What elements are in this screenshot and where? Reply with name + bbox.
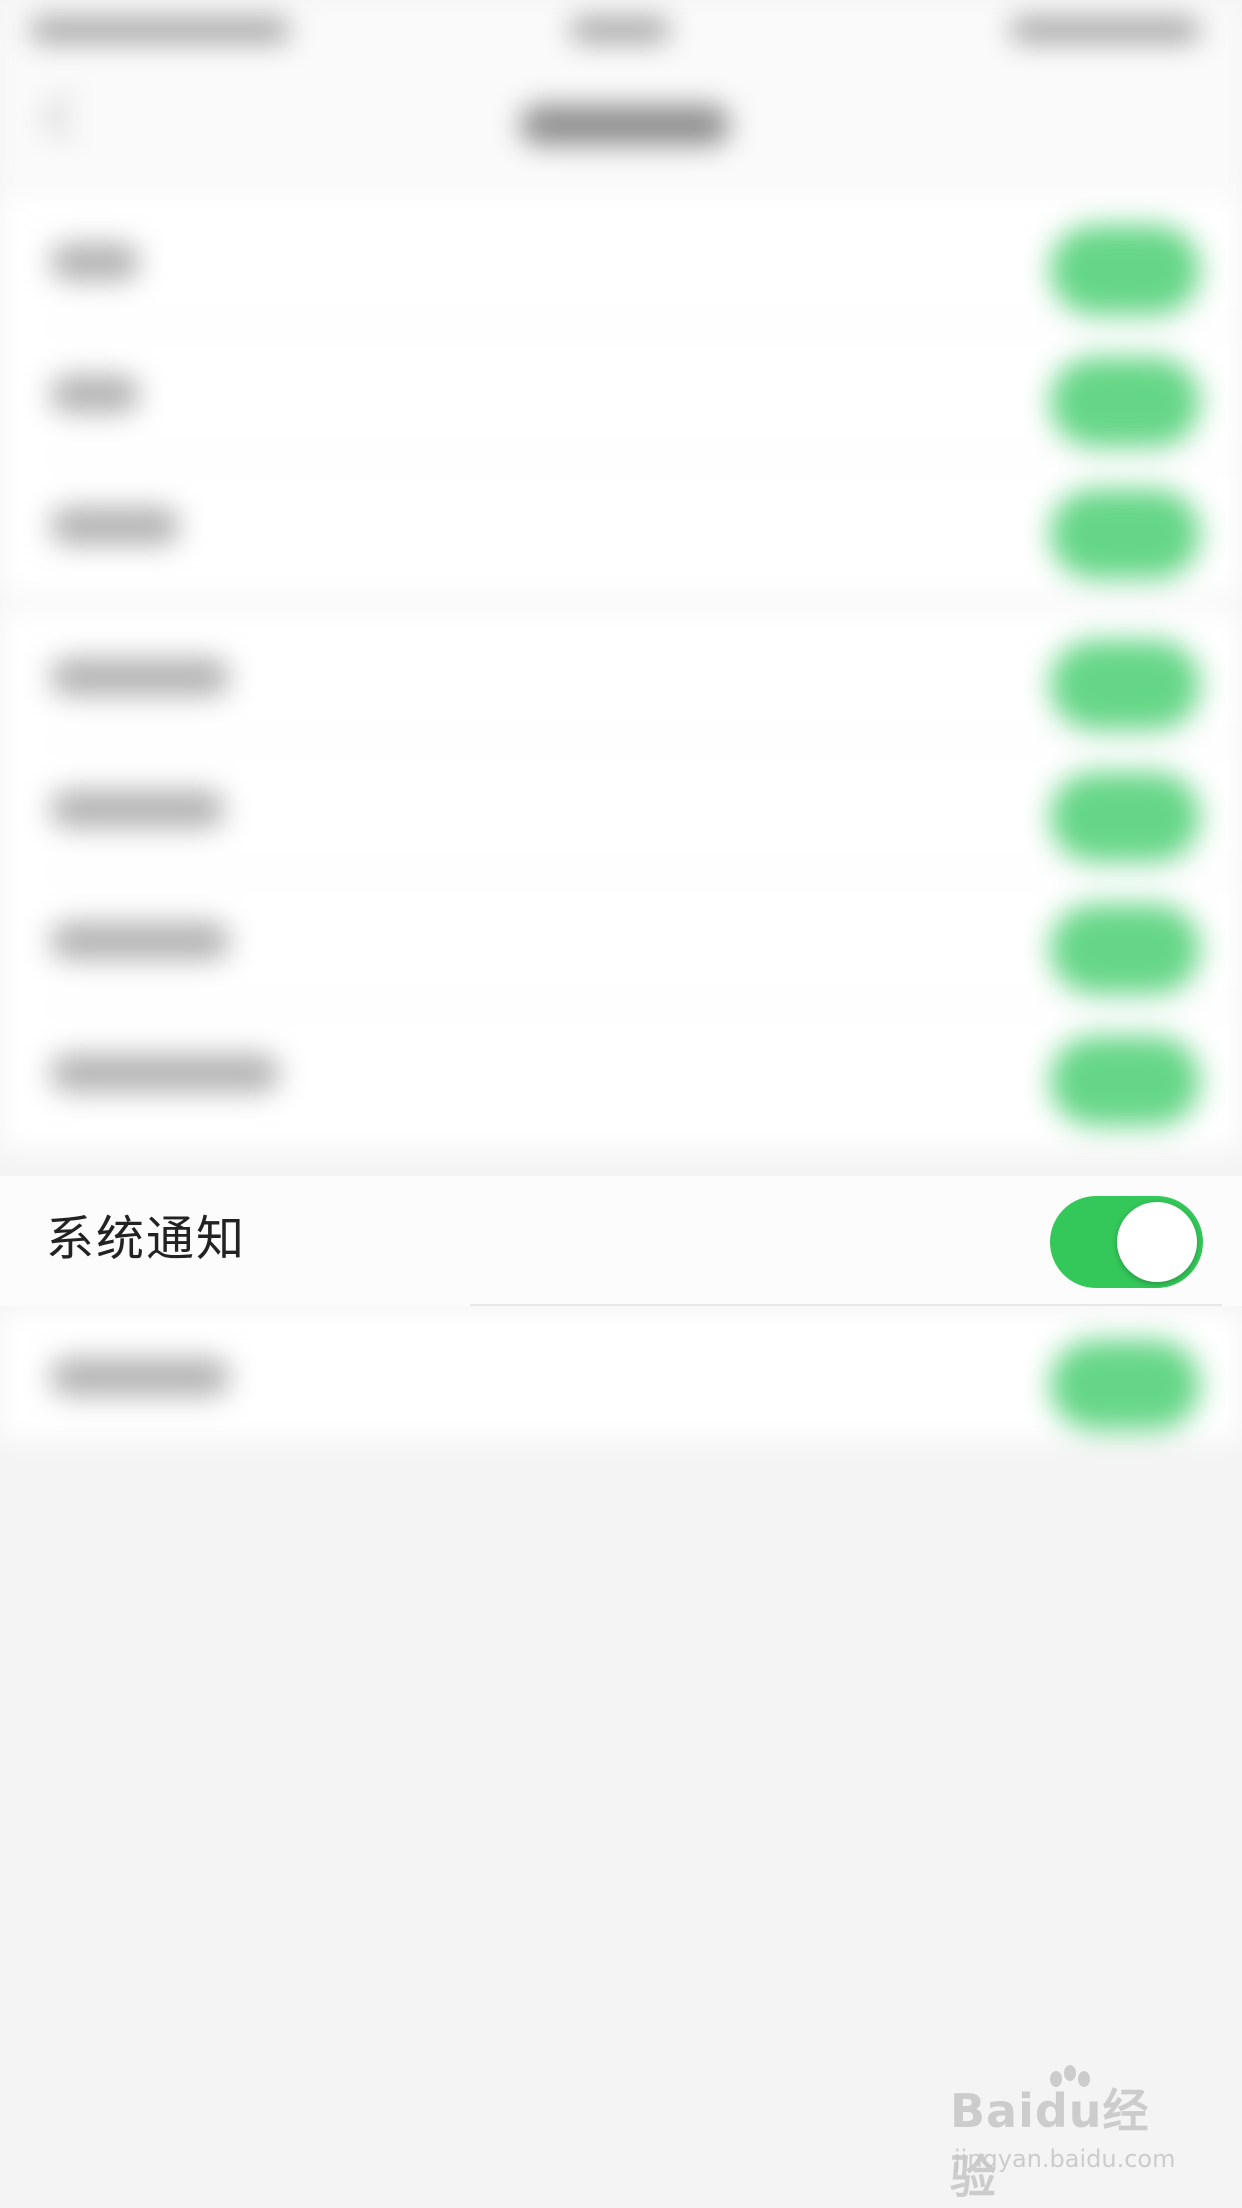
toggle-switch[interactable] xyxy=(1050,225,1200,315)
carrier-indicator xyxy=(30,18,290,42)
divider xyxy=(470,1304,1222,1306)
battery-indicator xyxy=(1010,18,1200,42)
toggle-switch[interactable] xyxy=(1050,1036,1200,1126)
screen: 系统通知 Baidu经验 jingyan.baidu.com xyxy=(0,0,1242,2208)
row-label xyxy=(50,790,225,828)
toggle-knob xyxy=(1117,1202,1197,1282)
clock xyxy=(570,18,670,42)
system-notification-toggle[interactable] xyxy=(1050,1196,1203,1288)
status-bar xyxy=(0,0,1242,60)
list-item[interactable] xyxy=(0,1310,1242,1442)
list-item[interactable] xyxy=(0,610,1242,742)
list-item[interactable] xyxy=(0,195,1242,327)
watermark-url: jingyan.baidu.com xyxy=(954,2145,1176,2173)
toggle-switch[interactable] xyxy=(1050,357,1200,447)
row-label xyxy=(50,1054,280,1092)
paw-icon xyxy=(1050,2065,1090,2087)
settings-group-3 xyxy=(0,1310,1242,1440)
row-label xyxy=(50,375,140,413)
toggle-switch[interactable] xyxy=(1050,489,1200,579)
blurred-background xyxy=(0,0,1242,2208)
system-notification-row[interactable]: 系统通知 xyxy=(0,1176,1242,1306)
baidu-watermark: Baidu经验 jingyan.baidu.com xyxy=(950,2065,1190,2204)
row-label xyxy=(50,243,140,281)
row-label xyxy=(50,922,230,960)
list-item[interactable] xyxy=(0,327,1242,459)
back-icon[interactable] xyxy=(42,92,92,142)
list-item[interactable] xyxy=(0,874,1242,1006)
nav-bar xyxy=(0,60,1242,190)
row-label xyxy=(50,1358,230,1396)
toggle-switch[interactable] xyxy=(1050,904,1200,994)
list-item[interactable] xyxy=(0,1006,1242,1138)
row-label xyxy=(50,658,230,696)
toggle-switch[interactable] xyxy=(1050,640,1200,730)
system-notification-label: 系统通知 xyxy=(46,1211,247,1267)
list-item[interactable] xyxy=(0,459,1242,591)
page-title xyxy=(520,105,730,145)
list-item[interactable] xyxy=(0,742,1242,874)
toggle-switch[interactable] xyxy=(1050,1340,1200,1430)
toggle-switch[interactable] xyxy=(1050,772,1200,862)
row-label xyxy=(50,507,180,545)
settings-group-1 xyxy=(0,195,1242,595)
settings-group-2 xyxy=(0,610,1242,1150)
